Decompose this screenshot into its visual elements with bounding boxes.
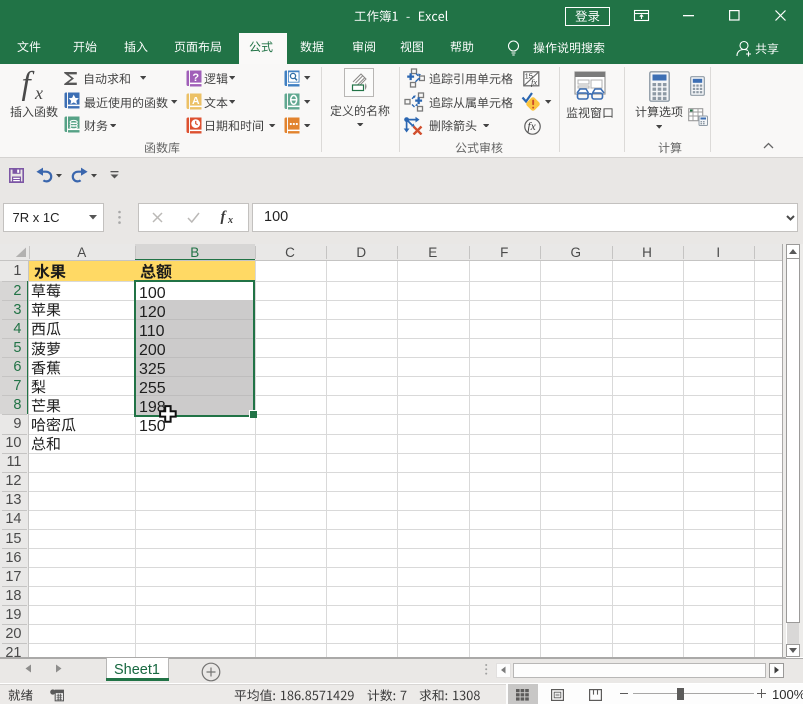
svg-text:A: A (192, 95, 200, 107)
svg-text:fx: fx (531, 77, 537, 87)
svg-text:fx: fx (527, 121, 536, 133)
svg-text:?: ? (192, 72, 199, 84)
